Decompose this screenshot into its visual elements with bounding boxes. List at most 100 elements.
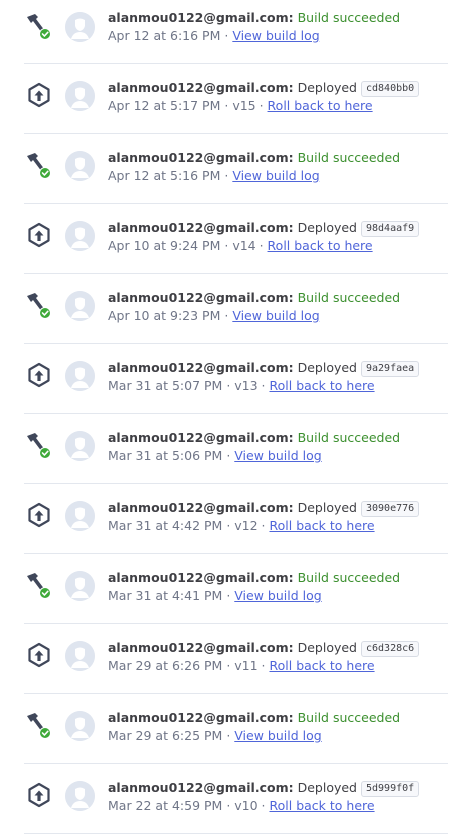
timestamp: Mar 31 at 4:42 PM <box>108 518 223 533</box>
commit-hash: c6d328c6 <box>360 641 420 657</box>
author-email: alanmou0122@gmail.com: <box>108 290 294 305</box>
hammer-icon <box>24 151 54 181</box>
deploy-status: Deployed <box>297 220 357 235</box>
feed-item-meta: Mar 22 at 4:59 PM · v10 · Roll back to h… <box>108 797 448 815</box>
hammer-icon <box>24 291 54 321</box>
separator-dot: · <box>222 658 235 673</box>
deploy-status: Deployed <box>297 80 357 95</box>
build-status: Build succeeded <box>297 10 401 25</box>
roll-back-link[interactable]: Roll back to here <box>270 658 375 673</box>
author-email: alanmou0122@gmail.com: <box>108 10 294 25</box>
hammer-icon <box>24 431 54 461</box>
separator-dot: · <box>257 378 270 393</box>
build-status: Build succeeded <box>297 290 401 305</box>
feed-item-build: alanmou0122@gmail.com: Build succeeded Ma… <box>24 554 448 624</box>
author-email: alanmou0122@gmail.com: <box>108 640 294 655</box>
user-avatar-icon <box>65 221 95 251</box>
separator-dot: · <box>255 238 268 253</box>
view-build-log-link[interactable]: View build log <box>232 28 319 43</box>
user-avatar-icon <box>65 151 95 181</box>
roll-back-link[interactable]: Roll back to here <box>270 518 375 533</box>
view-build-log-link[interactable]: View build log <box>232 168 319 183</box>
feed-item-meta: Apr 10 at 9:23 PM · View build log <box>108 307 448 325</box>
feed-item-build: alanmou0122@gmail.com: Build succeeded Ap… <box>24 274 448 344</box>
feed-item-meta: Mar 29 at 6:26 PM · v11 · Roll back to h… <box>108 657 448 675</box>
feed-item-meta: Mar 31 at 4:41 PM · View build log <box>108 587 448 605</box>
timestamp: Mar 31 at 5:07 PM <box>108 378 223 393</box>
deploy-upload-icon <box>24 361 54 391</box>
deploy-status: Deployed <box>297 780 357 795</box>
deploy-status: Deployed <box>297 360 357 375</box>
timestamp: Mar 29 at 6:25 PM <box>108 728 223 743</box>
feed-item-build: alanmou0122@gmail.com: Build succeeded Ma… <box>24 694 448 764</box>
author-email: alanmou0122@gmail.com: <box>108 220 294 235</box>
user-avatar-icon <box>65 12 95 42</box>
roll-back-link[interactable]: Roll back to here <box>270 378 375 393</box>
feed-item-text: alanmou0122@gmail.com: Build succeeded Ma… <box>108 429 448 465</box>
author-email: alanmou0122@gmail.com: <box>108 150 294 165</box>
author-email: alanmou0122@gmail.com: <box>108 430 294 445</box>
timestamp: Apr 12 at 6:16 PM <box>108 28 221 43</box>
separator-dot: · <box>220 308 233 323</box>
deploy-upload-icon <box>24 641 54 671</box>
feed-item-deploy: alanmou0122@gmail.com: Deployed 9a29faea… <box>24 344 448 414</box>
timestamp: Apr 10 at 9:23 PM <box>108 308 221 323</box>
feed-item-meta: Mar 31 at 4:42 PM · v12 · Roll back to h… <box>108 517 448 535</box>
activity-feed: alanmou0122@gmail.com: Build succeeded Ap… <box>0 0 449 834</box>
build-status: Build succeeded <box>297 570 401 585</box>
feed-item-summary: alanmou0122@gmail.com: Deployed cd840bb0 <box>108 79 448 97</box>
view-build-log-link[interactable]: View build log <box>232 308 319 323</box>
user-avatar-icon <box>65 291 95 321</box>
separator-dot: · <box>257 798 270 813</box>
author-email: alanmou0122@gmail.com: <box>108 500 294 515</box>
feed-item-meta: Apr 12 at 5:16 PM · View build log <box>108 167 448 185</box>
deploy-upload-icon <box>24 781 54 811</box>
build-status: Build succeeded <box>297 430 401 445</box>
roll-back-link[interactable]: Roll back to here <box>268 238 373 253</box>
separator-dot: · <box>222 798 235 813</box>
author-email: alanmou0122@gmail.com: <box>108 710 294 725</box>
feed-item-build: alanmou0122@gmail.com: Build succeeded Ma… <box>24 414 448 484</box>
user-avatar-icon <box>65 641 95 671</box>
separator-dot: · <box>222 518 235 533</box>
timestamp: Apr 12 at 5:16 PM <box>108 168 221 183</box>
roll-back-link[interactable]: Roll back to here <box>270 798 375 813</box>
separator-dot: · <box>222 448 235 463</box>
commit-hash: 5d999f0f <box>360 781 420 797</box>
timestamp: Mar 29 at 6:26 PM <box>108 658 223 673</box>
separator-dot: · <box>220 28 233 43</box>
feed-item-build: alanmou0122@gmail.com: Build succeeded Ap… <box>24 134 448 204</box>
feed-item-meta: Apr 12 at 5:17 PM · v15 · Roll back to h… <box>108 97 448 115</box>
feed-item-summary: alanmou0122@gmail.com: Deployed 5d999f0f <box>108 779 448 797</box>
view-build-log-link[interactable]: View build log <box>234 448 321 463</box>
release-version: v14 <box>232 238 256 253</box>
feed-item-deploy: alanmou0122@gmail.com: Deployed 3090e776… <box>24 484 448 554</box>
feed-item-summary: alanmou0122@gmail.com: Deployed 98d4aaf9 <box>108 219 448 237</box>
release-version: v12 <box>234 518 258 533</box>
view-build-log-link[interactable]: View build log <box>234 588 321 603</box>
feed-item-summary: alanmou0122@gmail.com: Build succeeded <box>108 569 448 587</box>
roll-back-link[interactable]: Roll back to here <box>268 98 373 113</box>
feed-item-summary: alanmou0122@gmail.com: Build succeeded <box>108 149 448 167</box>
deploy-upload-icon <box>24 221 54 251</box>
timestamp: Mar 31 at 5:06 PM <box>108 448 223 463</box>
author-email: alanmou0122@gmail.com: <box>108 780 294 795</box>
feed-item-text: alanmou0122@gmail.com: Deployed 3090e776… <box>108 499 448 535</box>
user-avatar-icon <box>65 781 95 811</box>
deploy-upload-icon <box>24 81 54 111</box>
feed-item-text: alanmou0122@gmail.com: Deployed 98d4aaf9… <box>108 219 448 255</box>
user-avatar-icon <box>65 571 95 601</box>
feed-item-summary: alanmou0122@gmail.com: Build succeeded <box>108 289 448 307</box>
deploy-status: Deployed <box>297 500 357 515</box>
timestamp: Apr 10 at 9:24 PM <box>108 238 221 253</box>
feed-item-deploy: alanmou0122@gmail.com: Deployed 98d4aaf9… <box>24 204 448 274</box>
separator-dot: · <box>222 728 235 743</box>
build-status: Build succeeded <box>297 710 401 725</box>
release-version: v10 <box>234 798 258 813</box>
author-email: alanmou0122@gmail.com: <box>108 80 294 95</box>
deploy-upload-icon <box>24 501 54 531</box>
view-build-log-link[interactable]: View build log <box>234 728 321 743</box>
user-avatar-icon <box>65 501 95 531</box>
feed-item-build: alanmou0122@gmail.com: Build succeeded Ap… <box>24 0 448 64</box>
commit-hash: 3090e776 <box>360 501 420 517</box>
